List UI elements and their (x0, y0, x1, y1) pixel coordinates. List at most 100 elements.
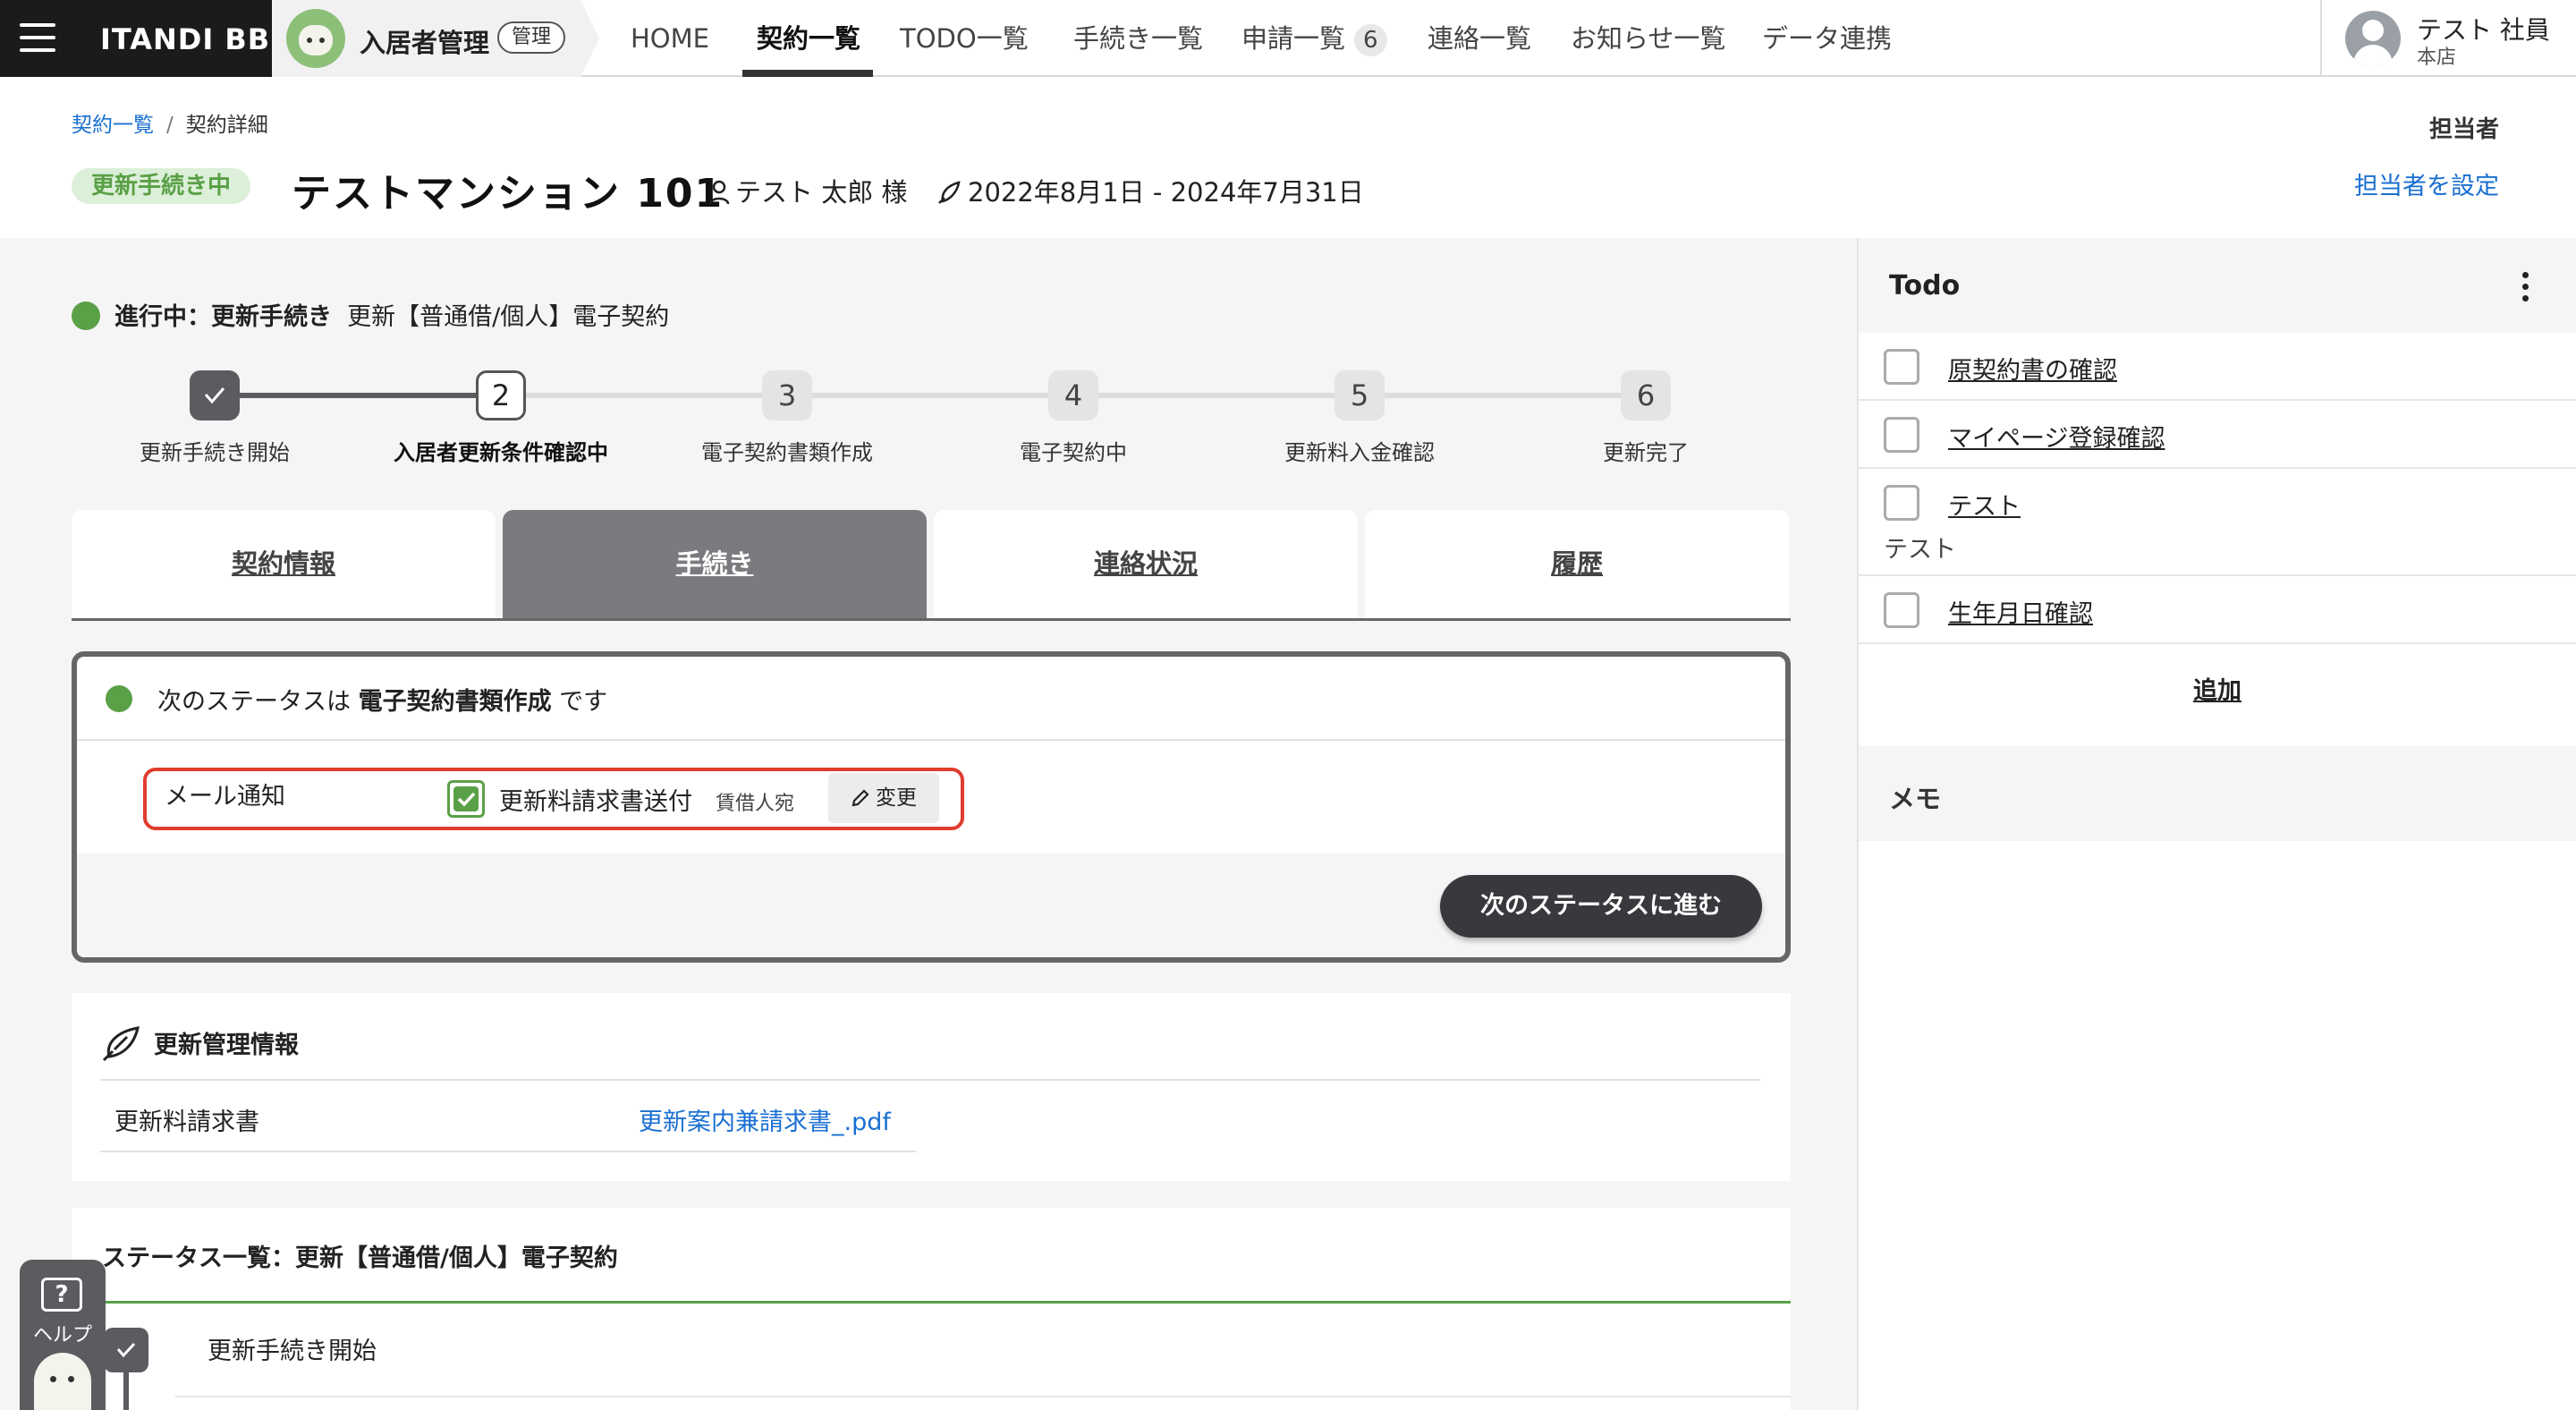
nav-data-integration[interactable]: データ連携 (1762, 0, 1892, 77)
todo-item-note: テスト (1884, 536, 1956, 564)
renewal-management-title-text: 更新管理情報 (154, 1032, 299, 1059)
app-role-badge: 管理 (497, 21, 566, 54)
nav-contracts[interactable]: 契約一覧 (757, 0, 860, 77)
next-status-header: 次のステータスは 電子契約書類作成 です (77, 657, 1785, 741)
user-menu[interactable]: テスト 社員 本店 (2320, 0, 2576, 77)
check-icon (116, 1342, 136, 1358)
pen-icon (938, 181, 961, 204)
bear-mascot-icon (34, 1353, 91, 1410)
mail-item: 更新料請求書送付 (499, 788, 692, 816)
divider (175, 1396, 1791, 1397)
divider (72, 1301, 1791, 1304)
brand-logo: ITANDI BB (100, 22, 271, 56)
step-6-label: 更新完了 (1603, 440, 1689, 465)
todo-checkbox[interactable] (1884, 349, 1919, 385)
tab-history[interactable]: 履歴 (1365, 510, 1789, 618)
step-1-label: 更新手続き開始 (140, 440, 290, 465)
renewal-invoice-file-link[interactable]: 更新案内兼請求書_.pdf (639, 1102, 891, 1137)
renewal-management-title: 更新管理情報 (100, 1025, 299, 1062)
help-icon: ? (41, 1278, 82, 1312)
nav-applications[interactable]: 申請一覧 6 (1241, 0, 1387, 77)
todo-checkbox[interactable] (1884, 417, 1919, 453)
help-button[interactable]: ? ヘルプ (20, 1260, 106, 1410)
step-5-node: 5 (1335, 370, 1385, 420)
status-list-section: ステータス一覧：更新【普通借/個人】電子契約 更新手続き開始 (72, 1208, 1791, 1410)
app-switcher[interactable]: 入居者管理 管理 (272, 0, 599, 77)
pen-nib-icon (102, 1026, 140, 1062)
step-3-label: 電子契約書類作成 (701, 440, 873, 465)
tenant-name-text: テスト 太郎 様 (735, 177, 908, 208)
step-2-label: 入居者更新条件確認中 (394, 440, 608, 465)
todo-item: 生年月日確認 (1859, 576, 2576, 644)
avatar (2345, 11, 2401, 66)
tab-contact-status[interactable]: 連絡状況 (934, 510, 1358, 618)
assignee-label: 担当者 (2429, 116, 2500, 143)
breadcrumb-separator: / (166, 114, 174, 137)
progress-summary: 進行中：更新手続き 更新【普通借/個人】電子契約 (72, 297, 669, 332)
todo-item: テスト テスト (1859, 469, 2576, 576)
mail-notification-row: メール通知 更新料請求書送付 賃借人宛 変更 (143, 768, 964, 830)
next-status-button[interactable]: 次のステータスに進む (1440, 875, 1762, 938)
change-mail-button[interactable]: 変更 (828, 773, 939, 823)
nav-applications-label: 申請一覧 (1241, 23, 1346, 54)
nav-contacts[interactable]: 連絡一覧 (1428, 0, 1531, 77)
brand-block: ITANDI BB (0, 0, 272, 77)
nav-procedures[interactable]: 手続き一覧 (1073, 0, 1203, 77)
divider (100, 1079, 1760, 1081)
nav-home[interactable]: HOME (631, 0, 709, 77)
step-5-label: 更新料入金確認 (1284, 440, 1435, 465)
status-connector (123, 1372, 129, 1410)
more-vertical-icon[interactable] (2522, 272, 2529, 302)
breadcrumb-current: 契約詳細 (185, 114, 268, 137)
progress-prefix: 進行中：更新手続き (114, 303, 332, 331)
step-1-node (190, 370, 240, 420)
change-mail-label: 変更 (876, 786, 917, 810)
nav-todo[interactable]: TODO一覧 (900, 0, 1029, 77)
nav-notices[interactable]: お知らせ一覧 (1571, 0, 1725, 77)
app-name: 入居者管理 (360, 28, 490, 58)
tab-procedures[interactable]: 手続き (503, 510, 927, 618)
check-icon (204, 387, 225, 404)
todo-header: Todo (1859, 238, 2576, 333)
next-status-dot (106, 685, 132, 712)
todo-item: マイページ登録確認 (1859, 401, 2576, 469)
detail-tabs: 契約情報 手続き 連絡状況 履歴 (72, 510, 1791, 621)
top-navigation: ITANDI BB 入居者管理 管理 HOME 契約一覧 TODO一覧 手続き一… (0, 0, 2576, 77)
todo-checkbox[interactable] (1884, 592, 1919, 628)
add-todo-button[interactable]: 追加 (1859, 671, 2576, 706)
step-4-node: 4 (1048, 370, 1098, 420)
breadcrumb-contracts-link[interactable]: 契約一覧 (72, 114, 154, 137)
tab-contract-info[interactable]: 契約情報 (72, 510, 496, 618)
progress-procedure-name: 更新【普通借/個人】電子契約 (347, 303, 670, 331)
renewal-management-section: 更新管理情報 更新料請求書 更新案内兼請求書_.pdf (72, 993, 1791, 1181)
page-title: テストマンション 101 (292, 171, 724, 217)
todo-item-label[interactable]: テスト (1948, 487, 2021, 522)
todo-title: Todo (1889, 270, 1961, 302)
stepper-line-done (215, 393, 501, 398)
next-status-post: です (551, 688, 608, 716)
step-2-node: 2 (476, 370, 526, 420)
mail-recipient: 賃借人宛 (716, 793, 795, 815)
status-stepper: 2 3 4 5 6 更新手続き開始 入居者更新条件確認中 電子契約書類作成 電子… (0, 363, 1857, 471)
status-list-title: ステータス一覧：更新【普通借/個人】電子契約 (102, 1244, 618, 1272)
next-status-name: 電子契約書類作成 (358, 688, 552, 716)
next-status-footer: 次のステータスに進む (77, 854, 1785, 957)
mail-notification-checkbox[interactable] (447, 780, 485, 818)
todo-item: 原契約書の確認 (1859, 333, 2576, 401)
person-icon (708, 180, 730, 205)
next-status-text: 次のステータスは 電子契約書類作成 です (157, 682, 607, 717)
breadcrumb: 契約一覧 / 契約詳細 (72, 107, 268, 138)
next-status-panel: 次のステータスは 電子契約書類作成 です メール通知 更新料請求書送付 賃借人宛… (72, 651, 1791, 963)
memo-title: メモ (1889, 784, 1942, 814)
todo-checkbox[interactable] (1884, 485, 1919, 521)
next-status-pre: 次のステータスは (157, 688, 359, 716)
set-assignee-link[interactable]: 担当者を設定 (2354, 166, 2499, 201)
step-6-node: 6 (1621, 370, 1671, 420)
todo-item-label[interactable]: マイページ登録確認 (1948, 419, 2165, 454)
todo-item-label[interactable]: 生年月日確認 (1948, 594, 2093, 629)
hamburger-menu-icon[interactable] (20, 21, 57, 54)
step-4-label: 電子契約中 (1020, 440, 1127, 465)
divider (100, 1151, 916, 1152)
progress-status-dot (72, 302, 100, 330)
todo-item-label[interactable]: 原契約書の確認 (1948, 351, 2117, 386)
